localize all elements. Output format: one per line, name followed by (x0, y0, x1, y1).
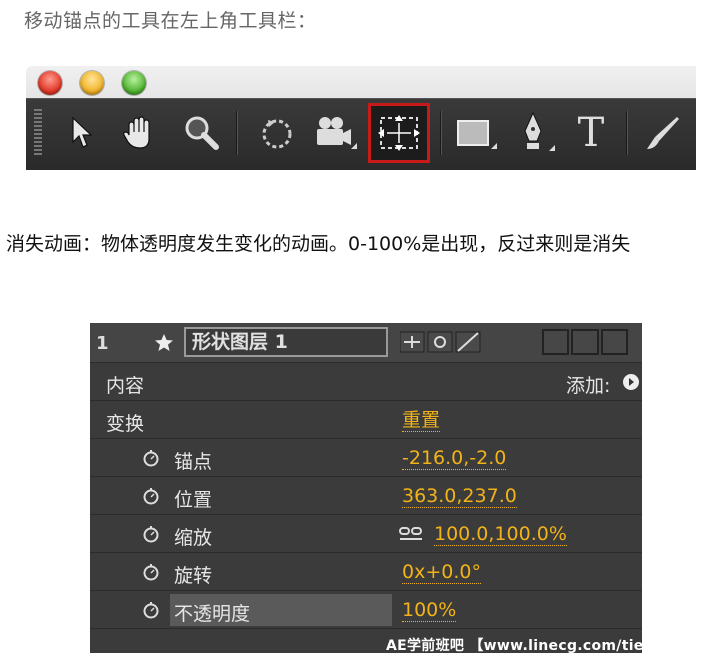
scale-label: 缩放 (174, 527, 213, 549)
column-box[interactable] (542, 329, 570, 355)
rotation-tool[interactable] (252, 107, 302, 159)
close-window-button[interactable] (38, 71, 62, 95)
intro-text: 移动锚点的工具在左上角工具栏： (24, 10, 317, 32)
description-paragraph: 消失动画：物体透明度发生变化的动画。0-100%是出现，反过来则是消失 (6, 233, 631, 255)
scale-value[interactable]: 100.0,100.0% (434, 523, 567, 546)
zoom-tool[interactable] (176, 107, 226, 159)
pen-icon (524, 111, 555, 151)
rotation-value[interactable]: 0x+0.0° (402, 561, 481, 584)
tool-separator (626, 111, 628, 155)
quality-switch-icon[interactable] (455, 331, 481, 353)
panel-grip[interactable] (34, 109, 42, 155)
layer-panel: 1 形状图层 1 内容 添加: 变换 重置 锚点 -216.0,-2.0 位置 … (90, 323, 723, 654)
rotation-label: 旋转 (174, 565, 213, 587)
opacity-label: 不透明度 (174, 603, 251, 625)
anchor-point-label: 锚点 (174, 451, 213, 473)
type-tool[interactable]: T (566, 107, 616, 159)
anchor-point-value[interactable]: -216.0,-2.0 (402, 447, 507, 470)
shy-switch-icon[interactable] (399, 331, 425, 353)
column-box[interactable] (600, 329, 628, 355)
toolbar-window: T (26, 66, 696, 170)
brush-icon (647, 117, 679, 149)
property-row-anchor-point[interactable]: 锚点 -216.0,-2.0 (90, 439, 642, 477)
star-icon (155, 334, 173, 351)
position-value[interactable]: 363.0,237.0 (402, 485, 517, 508)
anchor-point-icon (378, 115, 420, 151)
tool-separator (236, 111, 238, 155)
layer-number: 1 (96, 333, 109, 354)
property-row-contents[interactable]: 内容 添加: (90, 363, 642, 401)
brush-tool[interactable] (638, 107, 688, 159)
add-label[interactable]: 添加: (566, 371, 610, 398)
property-row-transform[interactable]: 变换 重置 (90, 401, 642, 439)
stopwatch-icon[interactable] (142, 563, 160, 581)
pen-tool[interactable] (510, 107, 560, 159)
title-bar (26, 66, 696, 98)
watermark: AE学前班吧 【www.linecg.com/tieba/1762】 (386, 638, 724, 654)
layer-column-boxes (542, 329, 628, 355)
add-menu-icon[interactable] (622, 373, 640, 391)
stopwatch-icon[interactable] (142, 601, 160, 619)
rotate-icon (262, 119, 292, 149)
property-row-rotation[interactable]: 旋转 0x+0.0° (90, 553, 642, 591)
hand-tool[interactable] (114, 107, 164, 159)
tool-separator (440, 111, 442, 155)
layer-name-field[interactable]: 形状图层 1 (184, 327, 388, 357)
zoom-window-button[interactable] (122, 71, 146, 95)
type-icon: T (577, 110, 605, 156)
layer-header-row[interactable]: 1 形状图层 1 (90, 323, 642, 363)
property-row-scale[interactable]: 缩放 100.0,100.0% (90, 515, 642, 553)
property-row-opacity[interactable]: 不透明度 100% (90, 591, 642, 629)
link-icon[interactable] (398, 525, 424, 543)
contents-label: 内容 (106, 375, 145, 397)
property-row-position[interactable]: 位置 363.0,237.0 (90, 477, 642, 515)
reset-link[interactable]: 重置 (402, 409, 441, 432)
rectangle-icon (457, 120, 497, 149)
column-box[interactable] (571, 329, 599, 355)
camera-tool[interactable] (310, 107, 360, 159)
arrow-cursor-icon (72, 116, 93, 148)
rectangle-tool[interactable] (450, 107, 500, 159)
stopwatch-icon[interactable] (142, 487, 160, 505)
minimize-window-button[interactable] (80, 71, 104, 95)
position-label: 位置 (174, 489, 213, 511)
stopwatch-icon[interactable] (142, 449, 160, 467)
selection-tool[interactable] (56, 107, 106, 159)
tools-panel: T (26, 98, 696, 170)
transform-label: 变换 (106, 413, 145, 435)
camera-icon (317, 117, 357, 149)
opacity-value[interactable]: 100% (402, 599, 457, 622)
stopwatch-icon[interactable] (142, 525, 160, 543)
effect-switch-icon[interactable] (427, 331, 453, 353)
pan-behind-tool[interactable] (368, 103, 430, 163)
layer-switches (399, 329, 484, 355)
hand-icon (123, 116, 150, 149)
magnifier-icon (185, 116, 219, 150)
